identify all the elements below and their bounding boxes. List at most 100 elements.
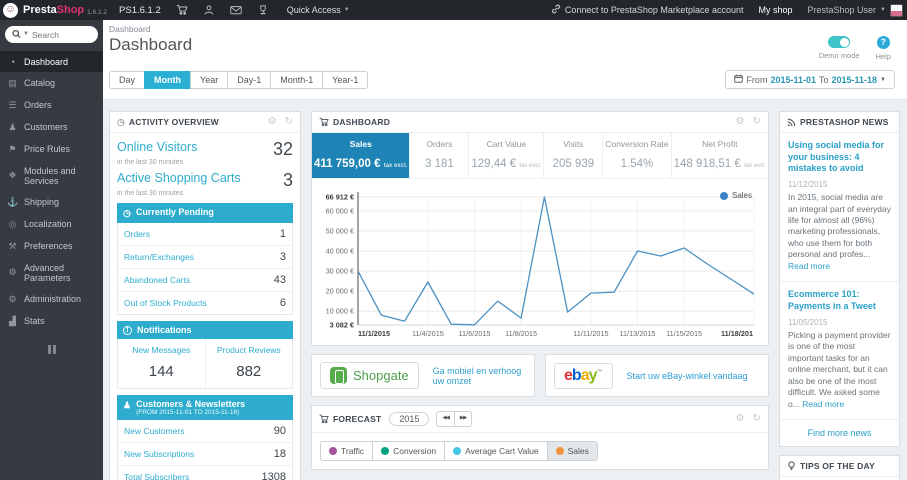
next-year-button[interactable]: ▶▶: [453, 411, 473, 427]
row-label[interactable]: Total Subscribers: [124, 472, 189, 480]
stat-label[interactable]: Active Shopping Carts: [117, 171, 241, 185]
module-ad-link[interactable]: Ga mobiel en verhoog uw omzet: [433, 366, 526, 386]
previous-year-button[interactable]: ◀◀: [436, 411, 455, 427]
chart-legend[interactable]: Sales: [719, 191, 752, 200]
sidebar-item-preferences[interactable]: ⚒ Preferences: [0, 235, 103, 257]
activity-cell-new-messages[interactable]: New Messages 144: [118, 339, 205, 388]
panel-refresh-icon[interactable]: ↻: [753, 413, 761, 424]
date-range-picker[interactable]: From 2015-11-01 To 2015-11-18 ▼: [725, 70, 895, 89]
sidebar-item-price-rules[interactable]: ⚑ Price Rules: [0, 138, 103, 160]
legend-label: Sales: [731, 191, 752, 200]
collapse-sidebar-button[interactable]: [0, 345, 103, 354]
link-icon: [551, 4, 561, 16]
sidebar-item-label: Shipping: [24, 197, 60, 207]
cart-icon: [319, 117, 329, 127]
sidebar-item-customers[interactable]: ♟ Customers: [0, 116, 103, 138]
news-text: Picking a payment provider is one of the…: [788, 329, 891, 409]
quick-access-menu[interactable]: Quick Access ▼: [287, 5, 350, 15]
svg-text:66 912 €: 66 912 €: [326, 193, 354, 202]
module-ad-link[interactable]: Start uw eBay-winkel vandaag: [627, 371, 748, 381]
kpi-tile-orders[interactable]: Orders 3 181: [410, 133, 470, 178]
kpi-tile-conversion-rate[interactable]: Conversion Rate 1.54%: [603, 133, 672, 178]
read-more-link[interactable]: Read more: [802, 399, 844, 409]
stat-value: 32: [272, 139, 293, 159]
forecast-series-traffic[interactable]: Traffic: [320, 440, 374, 461]
panel-settings-icon[interactable]: ⚙: [736, 117, 745, 127]
find-more-news-link[interactable]: Find more news: [780, 420, 899, 446]
range-button-year-1[interactable]: Year-1: [322, 70, 369, 89]
series-dot: [555, 446, 564, 455]
cart-icon[interactable]: [176, 4, 188, 16]
news-title[interactable]: Ecommerce 101: Payments in a Tweet: [788, 289, 891, 312]
my-shop-link[interactable]: My shop: [758, 5, 792, 15]
kpi-tile-net-profit[interactable]: Net Profit 148 918,51 € tax excl.: [672, 133, 768, 178]
kpi-label: Net Profit: [702, 139, 738, 149]
help-icon[interactable]: ?: [876, 36, 890, 49]
svg-text:11/13/2015: 11/13/2015: [620, 329, 656, 338]
kpi-tile-sales[interactable]: Sales 411 759,00 € tax excl.: [312, 133, 411, 178]
breadcrumb[interactable]: Dashboard: [109, 24, 897, 34]
stat-label[interactable]: Online Visitors: [117, 140, 197, 154]
panel-refresh-icon[interactable]: ↻: [753, 117, 761, 127]
section-title: Notifications: [137, 325, 192, 335]
kpi-suffix: tax excl.: [519, 163, 542, 169]
activity-stat: Online Visitors 32 in the last 30 minutes: [117, 140, 293, 166]
range-button-month[interactable]: Month: [144, 70, 192, 89]
person-icon[interactable]: [203, 4, 215, 16]
header-actions: Demo mode ? Help: [819, 36, 897, 61]
row-value: 6: [279, 297, 286, 309]
svg-text:20 000 €: 20 000 €: [326, 287, 354, 296]
sidebar-item-orders[interactable]: ☰ Orders: [0, 94, 103, 116]
forecast-series-conversion[interactable]: Conversion: [372, 440, 446, 461]
lightbulb-icon: [787, 461, 796, 471]
forecast-series-sales[interactable]: Sales: [546, 440, 598, 461]
brand-wordmark[interactable]: PrestaShop: [23, 4, 84, 16]
forecast-year[interactable]: 2015: [389, 411, 430, 426]
row-label[interactable]: Abandoned Carts: [124, 275, 190, 285]
cart-icon: [319, 414, 329, 424]
activity-cell-product-reviews[interactable]: Product Reviews 882: [204, 339, 293, 388]
sidebar-item-modules-and-services[interactable]: ❖ Modules and Services: [0, 160, 103, 191]
demo-mode-toggle[interactable]: [828, 36, 851, 48]
row-value: 90: [273, 425, 286, 437]
shopgate-phone-icon: [330, 367, 347, 384]
sidebar-item-dashboard[interactable]: ◔ Dashboard: [0, 51, 103, 72]
sidebar-item-label: Stats: [24, 316, 45, 326]
kpi-tile-cart-value[interactable]: Cart Value 129,44 € tax excl.: [469, 133, 545, 178]
row-label[interactable]: New Customers: [124, 426, 184, 436]
read-more-link[interactable]: Read more: [788, 261, 830, 271]
sidebar-item-stats[interactable]: ▟ Stats: [0, 310, 103, 332]
range-button-month-1[interactable]: Month-1: [270, 70, 324, 89]
prestashop-logo[interactable]: ☺: [3, 2, 18, 18]
svg-text:11/8/2015: 11/8/2015: [505, 329, 537, 338]
modules-icon: ❖: [8, 170, 17, 180]
caret-down-icon: ▼: [343, 7, 350, 13]
search-icon[interactable]: ▼: [12, 29, 29, 39]
sidebar-item-catalog[interactable]: ▤ Catalog: [0, 72, 103, 94]
sidebar-item-shipping[interactable]: ⚓ Shipping: [0, 191, 103, 213]
range-button-day[interactable]: Day: [109, 70, 146, 89]
range-button-year[interactable]: Year: [190, 70, 229, 89]
kpi-suffix: tax excl.: [383, 163, 408, 169]
user-menu[interactable]: PrestaShop User ▼: [808, 3, 903, 17]
news-title[interactable]: Using social media for your business: 4 …: [788, 140, 891, 175]
panel-settings-icon[interactable]: ⚙: [736, 413, 745, 424]
sidebar-item-administration[interactable]: ⚙ Administration: [0, 288, 103, 310]
news-text: In 2015, social media are an integral pa…: [788, 192, 892, 271]
kpi-value: 148 918,51 € tax excl.: [673, 158, 766, 170]
news-item: Ecommerce 101: Payments in a Tweet 11/05/…: [780, 282, 899, 420]
row-label[interactable]: Out of Stock Products: [124, 298, 207, 308]
forecast-series-average-cart-value[interactable]: Average Cart Value: [444, 440, 548, 461]
sidebar-item-localization[interactable]: ◎ Localization: [0, 213, 103, 235]
envelope-icon[interactable]: [230, 4, 242, 16]
kpi-tile-visits[interactable]: Visits 205 939: [544, 133, 604, 178]
marketplace-link[interactable]: Connect to PrestaShop Marketplace accoun…: [551, 4, 743, 16]
trophy-icon[interactable]: [257, 4, 269, 16]
panel-refresh-icon[interactable]: ↻: [285, 117, 293, 127]
panel-settings-icon[interactable]: ⚙: [268, 117, 277, 127]
row-label[interactable]: New Subscriptions: [124, 449, 194, 459]
sidebar-item-advanced-parameters[interactable]: ⚙ Advanced Parameters: [0, 257, 103, 288]
row-label[interactable]: Orders: [124, 229, 150, 239]
row-label[interactable]: Return/Exchanges: [124, 252, 194, 262]
range-button-day-1[interactable]: Day-1: [227, 70, 272, 89]
